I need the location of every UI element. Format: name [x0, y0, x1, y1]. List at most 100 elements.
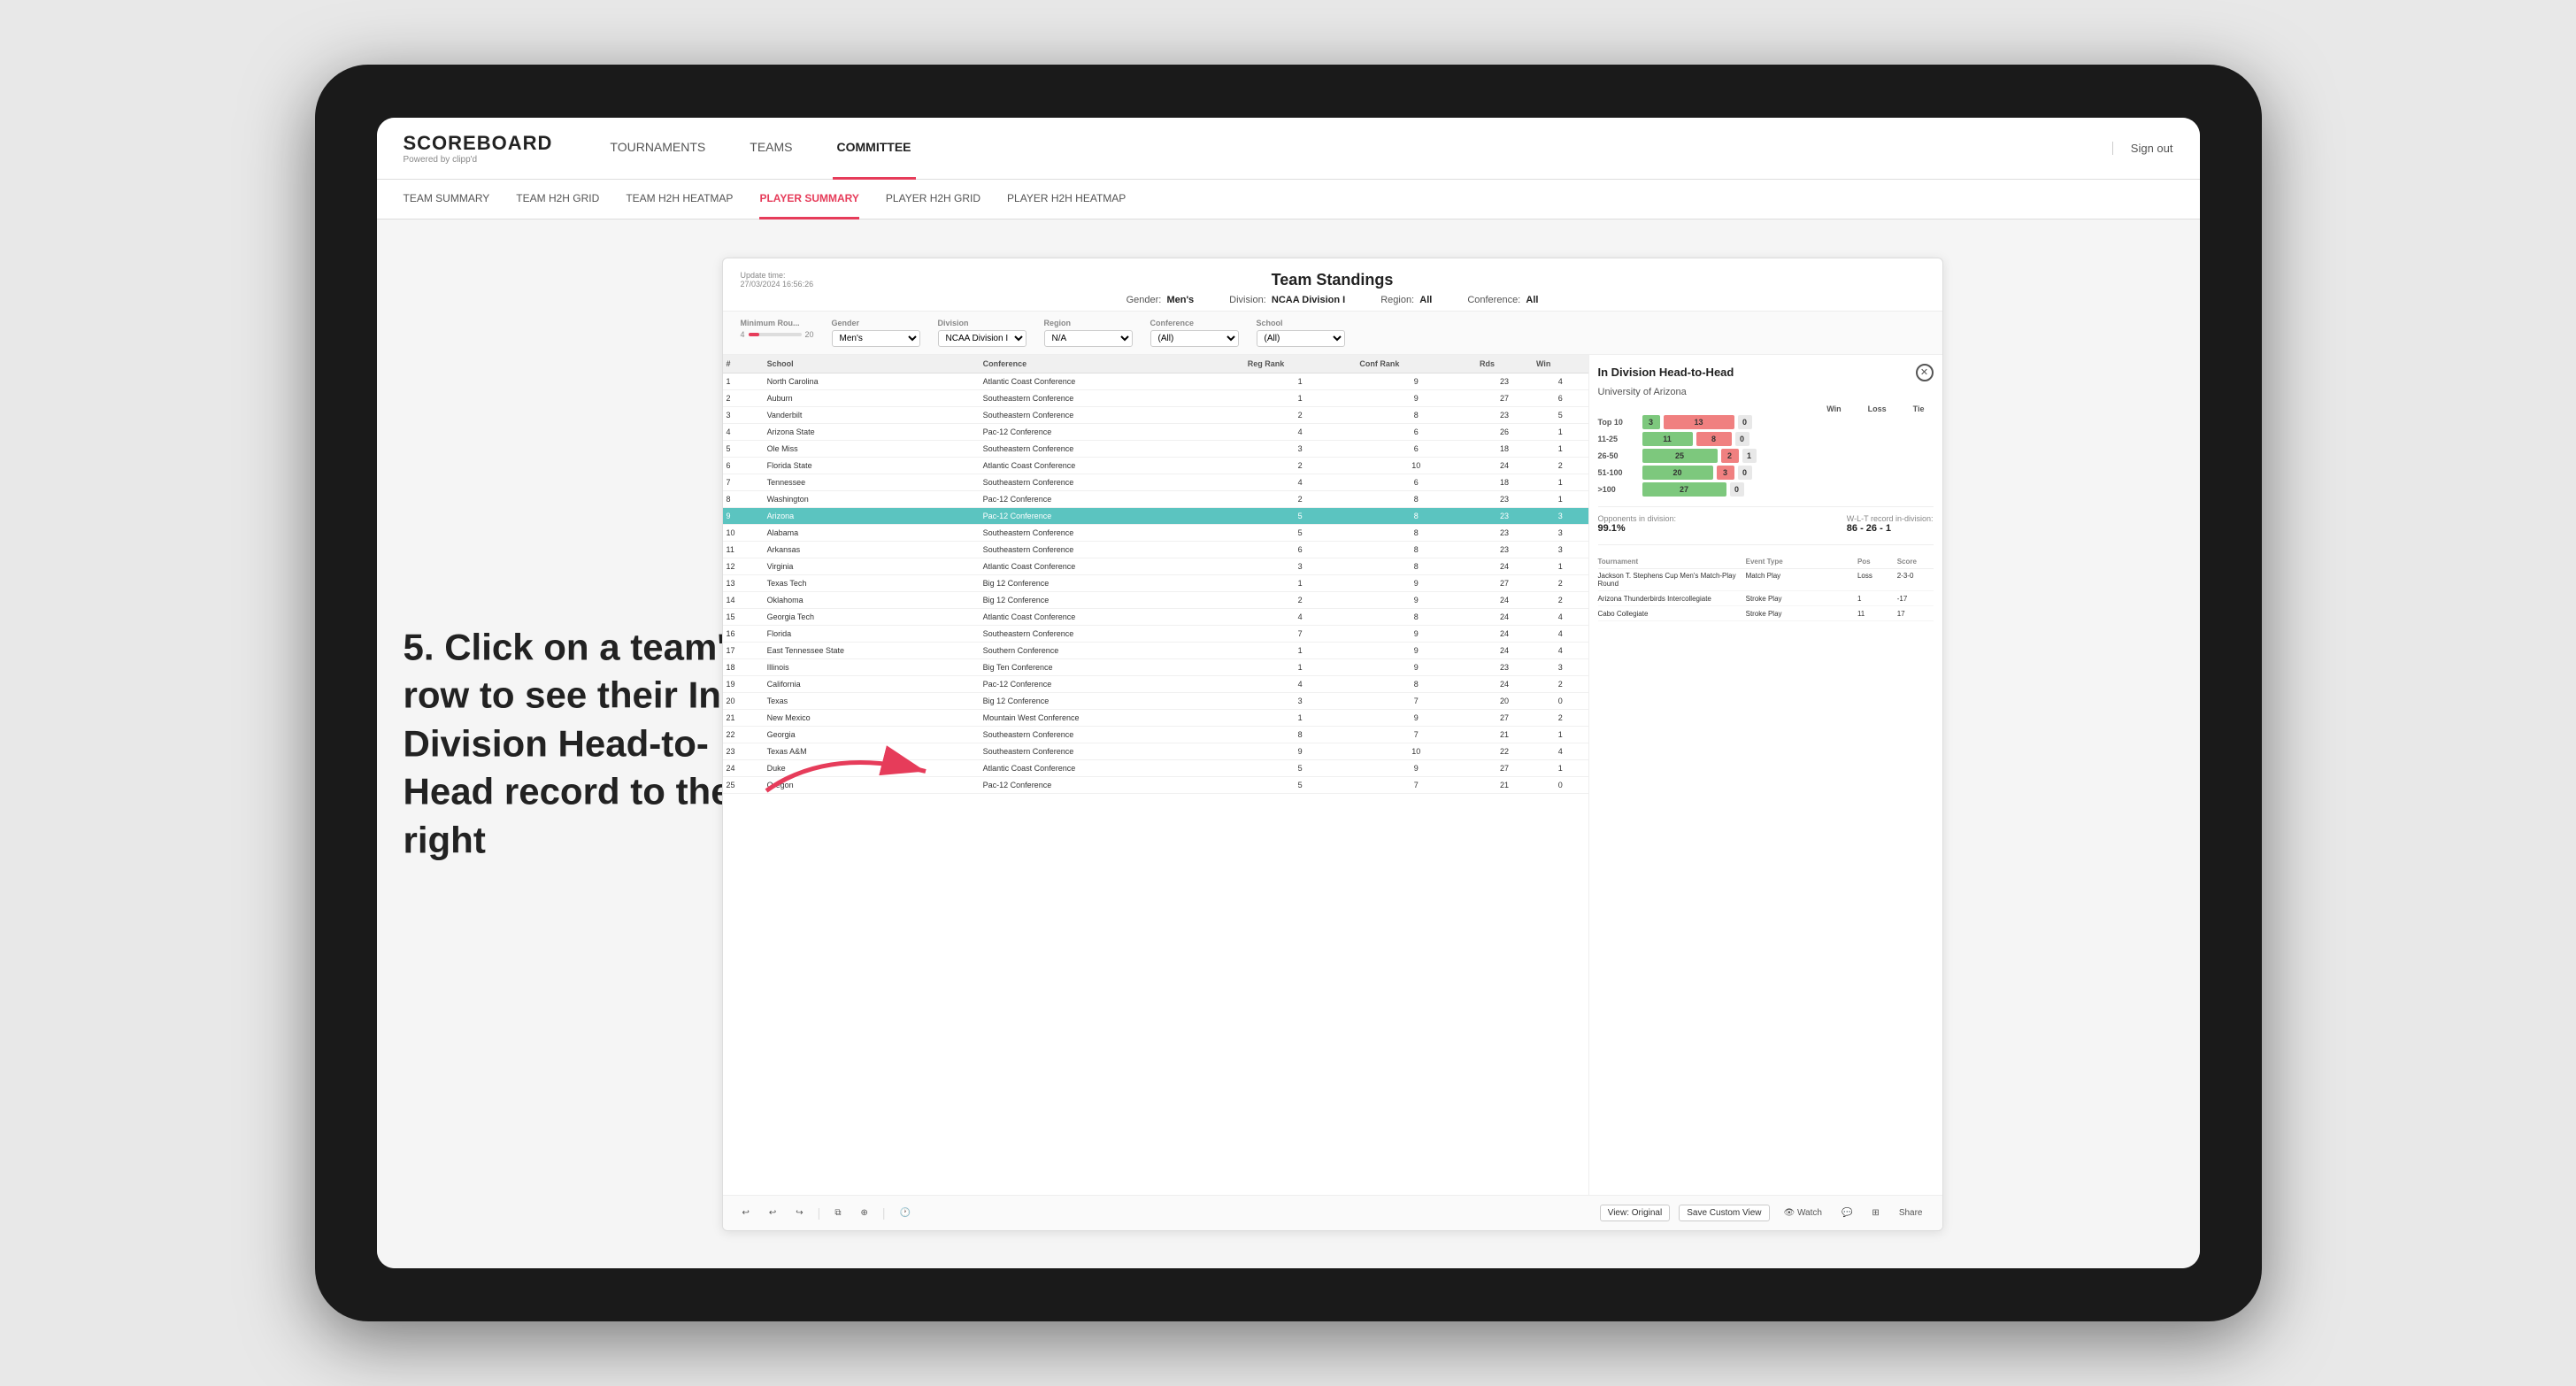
sign-out-button[interactable]: Sign out: [2112, 142, 2173, 155]
subnav-team-summary[interactable]: TEAM SUMMARY: [404, 180, 490, 219]
table-row[interactable]: 14 Oklahoma Big 12 Conference 2 9 24 2: [723, 591, 1588, 608]
h2h-range-label: Top 10: [1598, 418, 1642, 427]
cell-rank: 17: [723, 642, 764, 658]
cell-rds: 18: [1476, 474, 1533, 490]
comment-button[interactable]: 💬: [1836, 1205, 1857, 1220]
h2h-divider: [1598, 506, 1934, 507]
watch-button[interactable]: 👁 Watch: [1779, 1205, 1827, 1220]
filter-min-rounds: Minimum Rou... 4 20: [741, 319, 814, 339]
cell-conf-rank: 9: [1356, 658, 1476, 675]
grid-button[interactable]: ⊞: [1866, 1205, 1884, 1220]
table-row[interactable]: 1 North Carolina Atlantic Coast Conferen…: [723, 373, 1588, 389]
cell-school: California: [764, 675, 980, 692]
subnav-player-h2h-grid[interactable]: PLAYER H2H GRID: [886, 180, 980, 219]
h2h-tour-header: Tournament Event Type Pos Score: [1598, 558, 1934, 569]
table-row[interactable]: 15 Georgia Tech Atlantic Coast Conferenc…: [723, 608, 1588, 625]
division-filter-select[interactable]: NCAA Division I: [938, 330, 1027, 347]
cell-rank: 9: [723, 507, 764, 524]
cell-conf-rank: 6: [1356, 423, 1476, 440]
filters-row: Minimum Rou... 4 20 Gender Men's: [723, 312, 1942, 355]
copy-button[interactable]: ⧉: [829, 1205, 846, 1220]
cell-win: 0: [1533, 692, 1588, 709]
table-row[interactable]: 20 Texas Big 12 Conference 3 7 20 0: [723, 692, 1588, 709]
undo-button[interactable]: ↩: [737, 1205, 755, 1220]
view-original-button[interactable]: View: Original: [1600, 1205, 1671, 1221]
logo-title: SCOREBOARD: [404, 132, 553, 155]
tour-score: -17: [1897, 595, 1934, 603]
cell-rds: 24: [1476, 625, 1533, 642]
h2h-tournament-section: Tournament Event Type Pos Score Jackson …: [1598, 558, 1934, 625]
toolbar-sep-2: |: [882, 1205, 886, 1220]
cell-conf-rank: 9: [1356, 625, 1476, 642]
cell-win: 5: [1533, 406, 1588, 423]
cell-conference: Pac-12 Conference: [980, 675, 1244, 692]
subnav-player-summary[interactable]: PLAYER SUMMARY: [759, 180, 858, 219]
division-filter-label: Division: [938, 319, 1027, 327]
toolbar-sep-1: |: [818, 1205, 821, 1220]
h2h-loss-bar: 8: [1696, 432, 1732, 446]
undo2-button[interactable]: ↩: [764, 1205, 781, 1220]
table-row[interactable]: 12 Virginia Atlantic Coast Conference 3 …: [723, 558, 1588, 574]
table-row[interactable]: 13 Texas Tech Big 12 Conference 1 9 27 2: [723, 574, 1588, 591]
table-row[interactable]: 3 Vanderbilt Southeastern Conference 2 8…: [723, 406, 1588, 423]
cell-conference: Big 12 Conference: [980, 591, 1244, 608]
cell-reg-rank: 5: [1244, 507, 1357, 524]
h2h-close-button[interactable]: ✕: [1916, 364, 1934, 381]
cell-conference: Big 12 Conference: [980, 692, 1244, 709]
table-row[interactable]: 17 East Tennessee State Southern Confere…: [723, 642, 1588, 658]
table-row[interactable]: 2 Auburn Southeastern Conference 1 9 27 …: [723, 389, 1588, 406]
table-row[interactable]: 21 New Mexico Mountain West Conference 1…: [723, 709, 1588, 726]
cell-rank: 2: [723, 389, 764, 406]
h2h-win-bar: 27: [1642, 482, 1726, 497]
table-row[interactable]: 8 Washington Pac-12 Conference 2 8 23 1: [723, 490, 1588, 507]
subnav-player-h2h-heatmap[interactable]: PLAYER H2H HEATMAP: [1007, 180, 1126, 219]
school-filter-select[interactable]: (All): [1257, 330, 1345, 347]
table-row[interactable]: 9 Arizona Pac-12 Conference 5 8 23 3: [723, 507, 1588, 524]
share-button[interactable]: Share: [1894, 1205, 1928, 1220]
nav-item-tournaments[interactable]: TOURNAMENTS: [605, 118, 710, 180]
cell-school: Texas Tech: [764, 574, 980, 591]
cell-win: 4: [1533, 625, 1588, 642]
h2h-bar-container: 20 3 0: [1642, 466, 1934, 480]
h2h-bar-container: 11 8 0: [1642, 432, 1934, 446]
table-row[interactable]: 19 California Pac-12 Conference 4 8 24 2: [723, 675, 1588, 692]
cell-rds: 23: [1476, 406, 1533, 423]
cell-conf-rank: 8: [1356, 490, 1476, 507]
table-row[interactable]: 5 Ole Miss Southeastern Conference 3 6 1…: [723, 440, 1588, 457]
table-row[interactable]: 18 Illinois Big Ten Conference 1 9 23 3: [723, 658, 1588, 675]
tour-pos: Loss: [1857, 572, 1894, 588]
cell-rank: 16: [723, 625, 764, 642]
save-custom-button[interactable]: Save Custom View: [1679, 1205, 1769, 1221]
cell-rank: 3: [723, 406, 764, 423]
min-rounds-slider[interactable]: [749, 333, 802, 336]
table-row[interactable]: 16 Florida Southeastern Conference 7 9 2…: [723, 625, 1588, 642]
cell-rds: 27: [1476, 574, 1533, 591]
table-row[interactable]: 10 Alabama Southeastern Conference 5 8 2…: [723, 524, 1588, 541]
conference-filter-select[interactable]: (All): [1150, 330, 1239, 347]
filter-region: Region N/A: [1044, 319, 1133, 347]
subnav-team-h2h-grid[interactable]: TEAM H2H GRID: [516, 180, 599, 219]
clock-button[interactable]: 🕐: [894, 1205, 915, 1220]
cell-reg-rank: 2: [1244, 457, 1357, 474]
tour-event-type: Match Play: [1746, 572, 1854, 588]
bottom-toolbar: ↩ ↩ ↪ | ⧉ ⊕ | 🕐 View: Original Save Cust…: [723, 1195, 1942, 1230]
cell-win: 3: [1533, 507, 1588, 524]
h2h-opponents-label: Opponents in division:: [1598, 514, 1677, 523]
h2h-team-name: University of Arizona: [1598, 387, 1934, 397]
h2h-range-label: 26-50: [1598, 451, 1642, 460]
cell-conf-rank: 9: [1356, 389, 1476, 406]
table-row[interactable]: 11 Arkansas Southeastern Conference 6 8 …: [723, 541, 1588, 558]
redo-button[interactable]: ↪: [790, 1205, 808, 1220]
table-row[interactable]: 4 Arizona State Pac-12 Conference 4 6 26…: [723, 423, 1588, 440]
region-filter-select[interactable]: N/A: [1044, 330, 1133, 347]
cell-rds: 24: [1476, 608, 1533, 625]
table-row[interactable]: 7 Tennessee Southeastern Conference 4 6 …: [723, 474, 1588, 490]
paste-button[interactable]: ⊕: [855, 1205, 873, 1220]
h2h-tie-bar: 1: [1742, 449, 1757, 463]
table-row[interactable]: 6 Florida State Atlantic Coast Conferenc…: [723, 457, 1588, 474]
gender-filter-select[interactable]: Men's Women's: [832, 330, 920, 347]
cell-school: Arizona: [764, 507, 980, 524]
nav-item-teams[interactable]: TEAMS: [745, 118, 796, 180]
nav-item-committee[interactable]: COMMITTEE: [833, 118, 916, 180]
subnav-team-h2h-heatmap[interactable]: TEAM H2H HEATMAP: [626, 180, 733, 219]
